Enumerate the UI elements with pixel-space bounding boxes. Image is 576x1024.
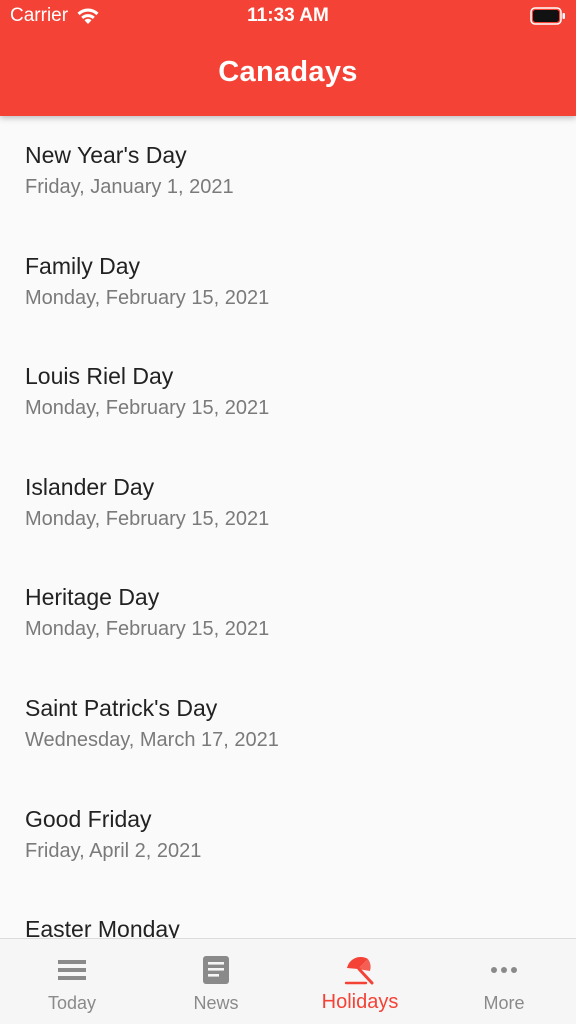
holiday-name: Louis Riel Day xyxy=(25,363,174,390)
status-bar: Carrier 11:33 AM xyxy=(0,0,576,34)
holiday-name: Islander Day xyxy=(25,473,155,500)
tab-label: More xyxy=(483,993,525,1013)
bottom-tab-bar: Today News Holidays More xyxy=(0,938,576,1024)
holiday-name: Heritage Day xyxy=(25,584,160,611)
holiday-date: Friday, April 2, 2021 xyxy=(25,839,202,862)
tab-label: Holidays xyxy=(321,991,399,1013)
list-item[interactable]: New Year's Day Friday, January 1, 2021 xyxy=(0,116,576,227)
list-item[interactable]: Heritage Day Monday, February 15, 2021 xyxy=(0,558,576,669)
more-dots-icon xyxy=(491,967,517,973)
list-item[interactable]: Easter Monday xyxy=(0,890,576,938)
holiday-date: Friday, January 1, 2021 xyxy=(25,176,234,198)
holiday-name: Good Friday xyxy=(25,805,152,832)
holiday-name: Easter Monday xyxy=(25,916,180,938)
tab-holidays[interactable]: Holidays xyxy=(288,939,432,1024)
holiday-date: Wednesday, March 17, 2021 xyxy=(25,728,279,751)
app-header: Carrier 11:33 AM Canadays xyxy=(0,0,576,116)
beach-umbrella-icon xyxy=(344,956,374,985)
holiday-date: Monday, February 15, 2021 xyxy=(25,286,270,309)
list-item[interactable]: Saint Patrick's Day Wednesday, March 17,… xyxy=(0,669,576,780)
page-title: Canadays xyxy=(218,56,358,88)
tab-news[interactable]: News xyxy=(144,939,288,1024)
tab-more[interactable]: More xyxy=(432,939,576,1024)
tab-label: News xyxy=(193,993,239,1013)
battery-icon xyxy=(530,7,565,25)
holiday-date: Monday, February 15, 2021 xyxy=(25,507,270,530)
list-item[interactable]: Family Day Monday, February 15, 2021 xyxy=(0,227,576,338)
list-item[interactable]: Islander Day Monday, February 15, 2021 xyxy=(0,448,576,559)
holiday-name: Family Day xyxy=(25,252,141,279)
holiday-date: Monday, February 15, 2021 xyxy=(25,618,270,641)
list-item[interactable]: Good Friday Friday, April 2, 2021 xyxy=(0,780,576,891)
holiday-date: Monday, February 15, 2021 xyxy=(25,397,270,420)
holiday-name: New Year's Day xyxy=(25,142,187,168)
article-icon xyxy=(203,956,229,984)
menu-lines-icon xyxy=(58,960,86,980)
tab-label: Today xyxy=(47,993,97,1013)
holiday-name: Saint Patrick's Day xyxy=(25,694,218,721)
tab-today[interactable]: Today xyxy=(0,939,144,1024)
list-item[interactable]: Louis Riel Day Monday, February 15, 2021 xyxy=(0,337,576,448)
holiday-list[interactable]: New Year's Day Friday, January 1, 2021 F… xyxy=(0,116,576,938)
status-time: 11:33 AM xyxy=(247,5,329,26)
